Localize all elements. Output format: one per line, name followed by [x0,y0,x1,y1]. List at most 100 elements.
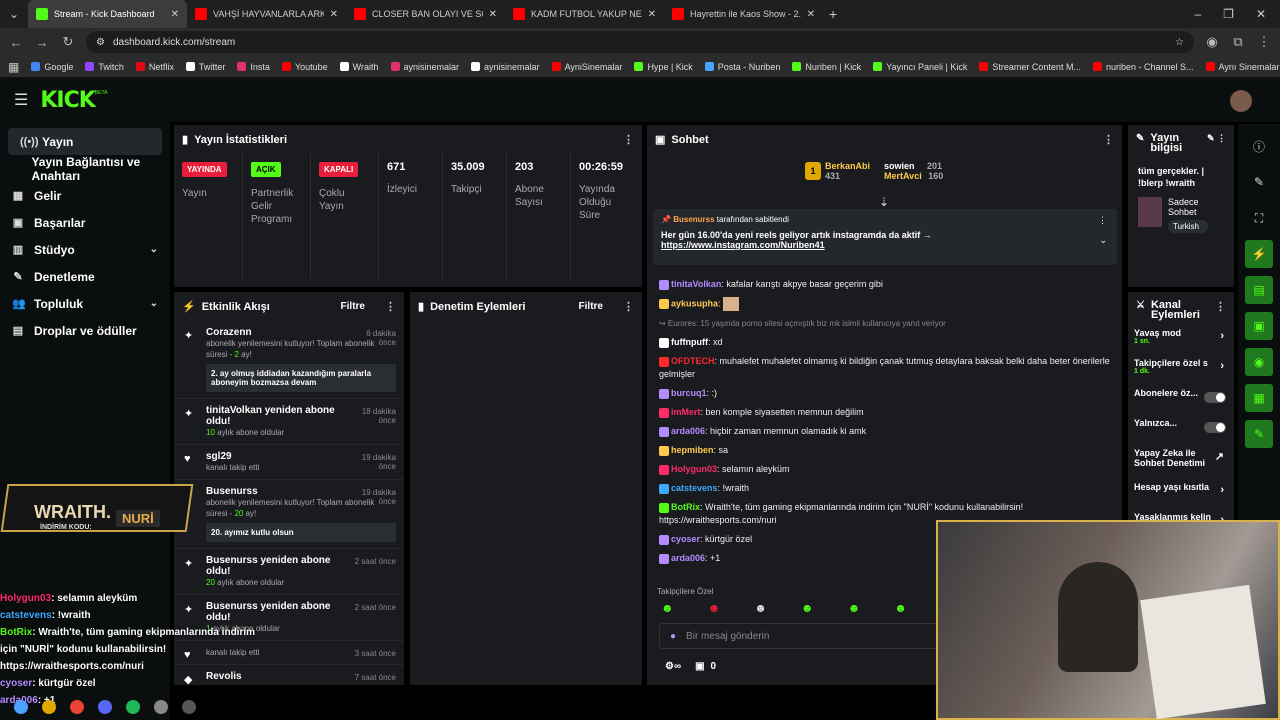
chat-username[interactable]: arda006 [671,553,705,563]
forward-icon[interactable]: → [34,35,50,50]
kick-logo[interactable]: KICK [40,88,95,113]
channel-action-item[interactable]: Abonelere öz... [1128,388,1234,418]
emote-icon[interactable]: ☻ [848,601,861,615]
chat-username[interactable]: aykusupha [671,298,718,308]
windows-icon[interactable] [14,699,28,714]
moderation-filter-button[interactable]: Filtre [579,301,603,312]
toggle-switch[interactable] [1204,392,1226,403]
category-name[interactable]: Sadece Sohbet [1168,197,1208,217]
chat-username[interactable]: fuffnpuff [671,337,708,347]
chrome-icon[interactable] [70,699,84,714]
bookmark-item[interactable]: Twitter [185,62,225,72]
browser-tab[interactable]: KADM FUTBOL YAKUP NE KADA ✕ [505,0,664,28]
sidebar-item[interactable]: ▣ Başarılar [0,209,170,236]
new-tab-button[interactable]: + [829,6,837,22]
folder-icon[interactable] [42,699,56,714]
sidebar-item[interactable]: ▥ Stüdyo ⌄ [0,236,170,263]
clipboard-icon[interactable]: ▤ [1245,276,1273,304]
sidebar-item[interactable]: ((•)) Yayın [8,128,162,155]
browser-tab[interactable]: CLOSER BAN OLAYI VE SONRA ✕ [346,0,505,28]
app-icon[interactable] [154,699,168,714]
chat-icon[interactable]: ▣ [1245,312,1273,340]
chat-username[interactable]: burcuq1 [671,388,707,398]
close-tab-icon[interactable]: ✕ [171,9,179,20]
chat-username[interactable]: BotRix [671,502,700,512]
channel-actions-menu-icon[interactable]: ⋮ [1215,300,1226,313]
bookmark-item[interactable]: Streamer Content M... [979,62,1081,72]
bookmark-item[interactable]: Hype | Kick [634,62,693,72]
expand-icon[interactable]: ⛶ [1245,204,1273,232]
bookmark-item[interactable]: Netflix [135,62,174,72]
bookmark-item[interactable]: Wraith [339,62,379,72]
collapse-leaderboard-icon[interactable]: ⇣ [879,195,889,209]
close-tab-icon[interactable]: ✕ [489,9,497,20]
emote-icon[interactable]: ☻ [754,601,767,615]
chat-username[interactable]: arda006 [671,426,705,436]
stats-menu-icon[interactable]: ⋮ [623,133,634,146]
minimize-icon[interactable]: – [1194,7,1201,21]
activity-filter-button[interactable]: Filtre [341,301,365,312]
user-avatar[interactable] [1230,90,1252,112]
toggle-switch[interactable] [1204,422,1226,433]
url-field[interactable]: ⚙ dashboard.kick.com/stream ☆ [86,31,1194,53]
wrench-icon[interactable]: ✎ [1245,420,1273,448]
close-tab-icon[interactable]: ✕ [330,9,338,20]
gift-icon[interactable]: ▣ [695,661,704,672]
grid-icon[interactable]: ▦ [1245,384,1273,412]
activity-menu-icon[interactable]: ⋮ [385,300,396,313]
channel-action-item[interactable]: Hesap yaşı kısıtla › [1128,482,1234,512]
bookmark-item[interactable]: Aynı Sinemalar - Ça... [1205,62,1280,72]
chat-username[interactable]: catstevens [671,483,718,493]
emote-icon[interactable]: ☻ [708,601,721,615]
emote-icon[interactable]: ☻ [894,601,907,615]
emote-icon[interactable]: ☻ [801,601,814,615]
channel-action-item[interactable]: Yavaş mod 1 sn. › [1128,328,1234,358]
leader-name[interactable]: BerkanAbi [825,161,870,171]
expand-pin-icon[interactable]: ⌄ [1099,235,1107,246]
edit-icon[interactable]: ✎ ⋮ [1207,133,1226,144]
chat-username[interactable]: hepmiben [671,445,714,455]
chat-username[interactable]: imMert [671,407,701,417]
bolt-icon[interactable]: ⚡ [1245,240,1273,268]
browser-tab[interactable]: Hayrettin ile Kaos Show - 2.Sez ✕ [664,0,823,28]
tab-search-icon[interactable]: ⌄ [0,7,28,21]
moderation-menu-icon[interactable]: ⋮ [623,300,634,313]
unpin-icon[interactable]: ⋮ [1098,215,1107,226]
obs-icon[interactable] [182,699,196,714]
bookmark-item[interactable]: AyniSinemalar [551,62,622,72]
pencil-icon[interactable]: ✎ [1245,168,1273,196]
sidebar-item[interactable]: 👥 Topluluk ⌄ [0,290,170,317]
apps-grid-icon[interactable]: ▦ [8,60,19,74]
broadcast-icon[interactable]: ◉ [1245,348,1273,376]
spotify-icon[interactable] [126,699,140,714]
back-icon[interactable]: ← [8,35,24,50]
chat-username[interactable]: OFDTECH [671,356,715,366]
extensions-puzzle-icon[interactable]: ⧉ [1230,34,1246,50]
channel-action-item[interactable]: Yapay Zeka ile Sohbet Denetimi ↗ [1128,448,1234,482]
leader2-name[interactable]: sowien [884,161,915,171]
channel-action-item[interactable]: Takipçilere özel s1 dk. › [1128,358,1234,388]
pinned-link[interactable]: https://www.instagram.com/Nuriben41 [661,240,1109,250]
sidebar-item[interactable]: ▦ Gelir [0,182,170,209]
bookmark-item[interactable]: nuriben - Channel S... [1092,62,1194,72]
bookmark-item[interactable]: Twitch [85,62,124,72]
chevron-down-icon[interactable]: ⌄ [150,298,158,309]
emote-icon[interactable]: ☻ [661,601,674,615]
settings-icon[interactable]: ⚙∞ [665,661,681,672]
chat-menu-icon[interactable]: ⋮ [1103,133,1114,146]
bookmark-star-icon[interactable]: ☆ [1175,37,1184,48]
bookmark-item[interactable]: Youtube [281,62,328,72]
category-thumbnail[interactable] [1138,197,1162,227]
sidebar-item[interactable]: ▤ Droplar ve ödüller [0,317,170,344]
discord-icon[interactable] [98,699,112,714]
bookmark-item[interactable]: aynisinemalar [390,62,459,72]
bookmark-item[interactable]: Google [31,62,73,72]
chat-username[interactable]: cyoser [671,534,700,544]
external-link-icon[interactable]: ↗ [1215,450,1224,463]
bookmark-item[interactable]: Posta - Nuriben [704,62,780,72]
info-circle-icon[interactable]: ⓘ [1245,132,1273,160]
pinned-user[interactable]: Busenurss [673,215,714,224]
chat-username[interactable]: tinitaVolkan [671,279,721,289]
hamburger-menu-icon[interactable]: ☰ [14,90,28,110]
chevron-right-icon[interactable]: › [1220,360,1224,372]
